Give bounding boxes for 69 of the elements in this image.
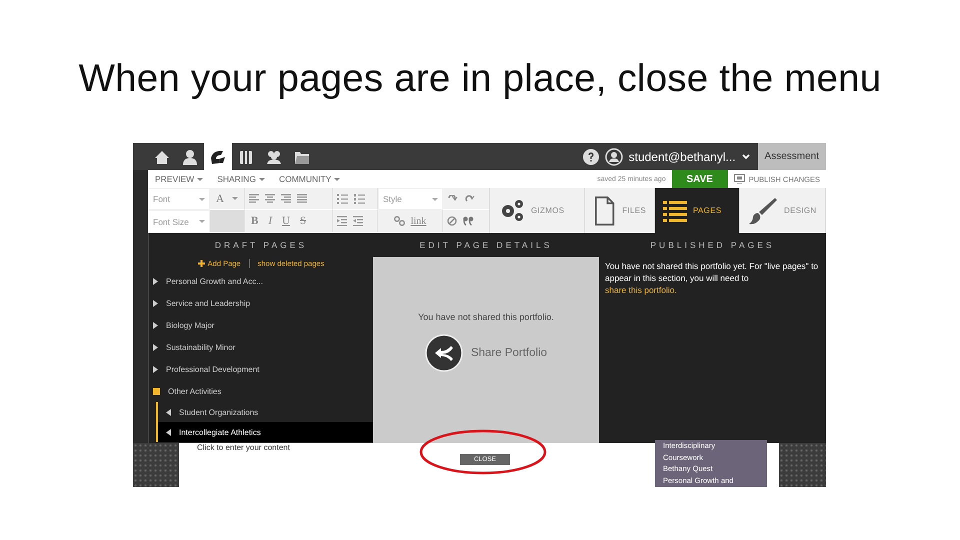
format-button[interactable]: I xyxy=(266,215,274,227)
share-link[interactable]: share this portfolio. xyxy=(605,285,677,295)
format-button[interactable]: S xyxy=(298,215,308,227)
triangle-icon xyxy=(153,366,158,372)
save-button[interactable]: SAVE xyxy=(672,170,728,188)
column-heading: EDIT PAGE DETAILS xyxy=(418,239,554,252)
caret-icon xyxy=(432,198,438,200)
triangle-icon xyxy=(166,408,171,416)
square-icon xyxy=(153,388,160,394)
caret-icon xyxy=(334,178,340,180)
link-icon xyxy=(394,216,405,226)
user-icon xyxy=(181,148,199,166)
font-select[interactable]: Font xyxy=(149,189,209,209)
caret-icon xyxy=(258,178,265,180)
page-item[interactable]: Professional Development xyxy=(149,358,373,380)
portfolio-button[interactable]: Assessment xyxy=(758,143,826,170)
page-item[interactable]: Other Activities xyxy=(149,380,373,402)
caret-icon xyxy=(199,220,205,223)
share-message: You have not shared this portfolio. xyxy=(418,312,554,322)
page-item[interactable]: Biology Major xyxy=(149,314,373,336)
triangle-icon xyxy=(153,322,158,328)
subpage-item[interactable]: Student Organizations xyxy=(158,402,373,422)
page-icon xyxy=(593,194,616,226)
align-center-icon[interactable] xyxy=(265,194,275,203)
help-icon[interactable] xyxy=(582,148,599,164)
justify-icon[interactable] xyxy=(297,194,307,203)
share-icon xyxy=(424,334,463,372)
caret-icon xyxy=(199,198,205,200)
brush-icon xyxy=(748,196,778,224)
style-select[interactable]: Style xyxy=(379,189,442,209)
bullet-list-icon[interactable] xyxy=(337,194,348,204)
menu-item[interactable]: PREVIEW xyxy=(155,174,218,184)
caret-icon xyxy=(197,178,204,180)
subpage-item[interactable]: Intercollegiate Athletics xyxy=(158,422,373,442)
align-right-icon[interactable] xyxy=(281,194,291,203)
menu-item[interactable]: COMMUNITY xyxy=(278,174,354,184)
outdent-icon[interactable] xyxy=(353,216,363,226)
quote-icon[interactable] xyxy=(463,216,474,226)
share-portfolio-button[interactable]: Share Portfolio xyxy=(424,334,548,372)
undo-icon[interactable] xyxy=(447,194,458,202)
format-button[interactable]: A xyxy=(214,192,226,204)
font-size-select[interactable]: Font Size xyxy=(149,211,209,232)
unlink-icon[interactable] xyxy=(447,216,457,226)
published-message: You have not shared this portfolio yet. For "live pages" to appear in this section, you will need to share this portfolio. xyxy=(604,260,820,297)
column-heading: DRAFT PAGES xyxy=(214,239,308,252)
avatar-icon xyxy=(604,148,623,166)
slide-title: When your pages are in place, close the menu xyxy=(78,57,882,101)
triangle-icon xyxy=(153,344,158,350)
menu-item[interactable]: SHARING xyxy=(217,174,279,184)
triangle-icon xyxy=(153,300,158,306)
format-button[interactable]: B xyxy=(249,215,260,227)
plus-icon xyxy=(198,260,205,266)
account-menu[interactable]: student@bethanyl... xyxy=(628,150,736,164)
indent-icon[interactable] xyxy=(337,216,347,226)
column-heading: PUBLISHED PAGES xyxy=(649,239,776,252)
page-item[interactable]: Sustainability Minor xyxy=(149,336,373,358)
caret-icon[interactable] xyxy=(742,153,750,160)
triangle-icon xyxy=(166,428,171,436)
format-button[interactable]: U xyxy=(280,215,292,227)
redo-icon[interactable] xyxy=(464,194,475,202)
align-left-icon[interactable] xyxy=(249,194,259,203)
page-item[interactable]: Service and Leadership xyxy=(149,292,373,314)
numbered-list-icon[interactable] xyxy=(354,194,365,204)
content-hint: Click to enter your content xyxy=(197,443,291,453)
page-item[interactable]: Personal Growth and Acc... xyxy=(149,270,373,292)
panel-tab[interactable]: PAGES xyxy=(655,188,740,233)
link-button[interactable]: link xyxy=(410,216,426,226)
monitor-icon xyxy=(734,174,745,184)
triangle-icon xyxy=(153,278,158,284)
